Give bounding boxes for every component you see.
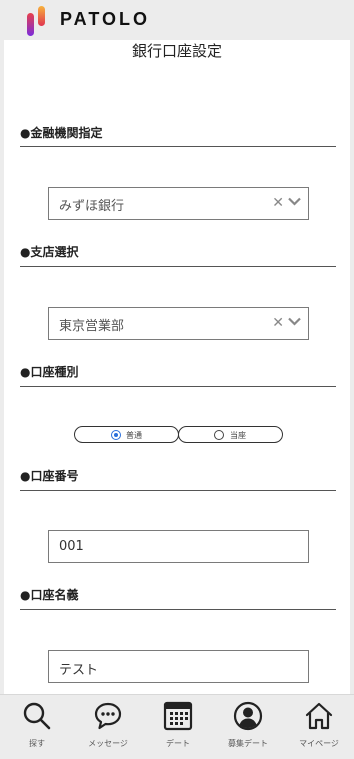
branch-select-value: 東京営業部 xyxy=(59,319,125,334)
account-type-radio-group: 普通 当座 xyxy=(74,426,283,443)
radio-selected-icon xyxy=(111,430,121,440)
account-name-section-label: ●口座名義 xyxy=(20,588,79,602)
bank-select[interactable]: みずほ銀行 ✕ xyxy=(48,187,309,220)
page-title: 銀行口座設定 xyxy=(131,42,222,60)
account-number-field[interactable]: 001 xyxy=(48,530,309,563)
nav-item-mypage[interactable]: マイページ xyxy=(284,695,354,759)
nav-item-messages[interactable]: メッセージ xyxy=(73,695,143,759)
account-name-field[interactable]: テスト xyxy=(48,650,309,683)
branch-select[interactable]: 東京営業部 ✕ xyxy=(48,307,309,340)
nav-item-recruit-date[interactable]: 募集デート xyxy=(213,695,283,759)
account-type-section-label: ●口座種別 xyxy=(20,365,79,379)
radio-option-ordinary[interactable]: 普通 xyxy=(74,426,179,443)
bottom-navigation: 探す メッセージ デート 募集デート マイページ xyxy=(0,694,354,759)
radio-option-label: 普通 xyxy=(126,431,142,440)
nav-label: マイページ xyxy=(299,739,339,748)
nav-label: デート xyxy=(166,739,190,748)
nav-label: メッセージ xyxy=(88,739,128,748)
app-header: PATOLO xyxy=(0,0,354,40)
bank-select-value: みずほ銀行 xyxy=(59,199,125,214)
brand-name: PATOLO xyxy=(60,9,150,29)
nav-label: 探す xyxy=(29,739,45,748)
divider xyxy=(20,609,336,610)
clear-icon[interactable]: ✕ xyxy=(272,315,284,331)
divider xyxy=(20,266,336,267)
chevron-down-icon[interactable] xyxy=(288,197,301,206)
account-number-section-label: ●口座番号 xyxy=(20,469,79,483)
user-icon xyxy=(233,701,263,731)
branch-section-label: ●支店選択 xyxy=(20,245,79,259)
bank-section-label: ●金融機関指定 xyxy=(20,126,103,140)
nav-item-date[interactable]: デート xyxy=(143,695,213,759)
divider xyxy=(20,146,336,147)
divider xyxy=(20,386,336,387)
radio-unselected-icon xyxy=(214,430,224,440)
nav-label: 募集デート xyxy=(228,739,268,748)
chat-icon xyxy=(94,702,122,730)
nav-item-search[interactable]: 探す xyxy=(2,695,72,759)
account-number-value: 001 xyxy=(59,539,84,554)
radio-option-checking[interactable]: 当座 xyxy=(178,426,283,443)
account-name-value: テスト xyxy=(59,663,99,678)
home-icon xyxy=(305,702,333,730)
calendar-icon xyxy=(163,701,193,731)
chevron-down-icon[interactable] xyxy=(288,317,301,326)
bank-account-form: 銀行口座設定 ●金融機関指定 みずほ銀行 ✕ ●支店選択 東京営業部 ✕ ●口座… xyxy=(4,40,350,694)
divider xyxy=(20,490,336,491)
clear-icon[interactable]: ✕ xyxy=(272,195,284,211)
search-icon xyxy=(23,702,51,730)
patolo-logo-icon xyxy=(27,6,45,36)
radio-option-label: 当座 xyxy=(230,431,246,440)
